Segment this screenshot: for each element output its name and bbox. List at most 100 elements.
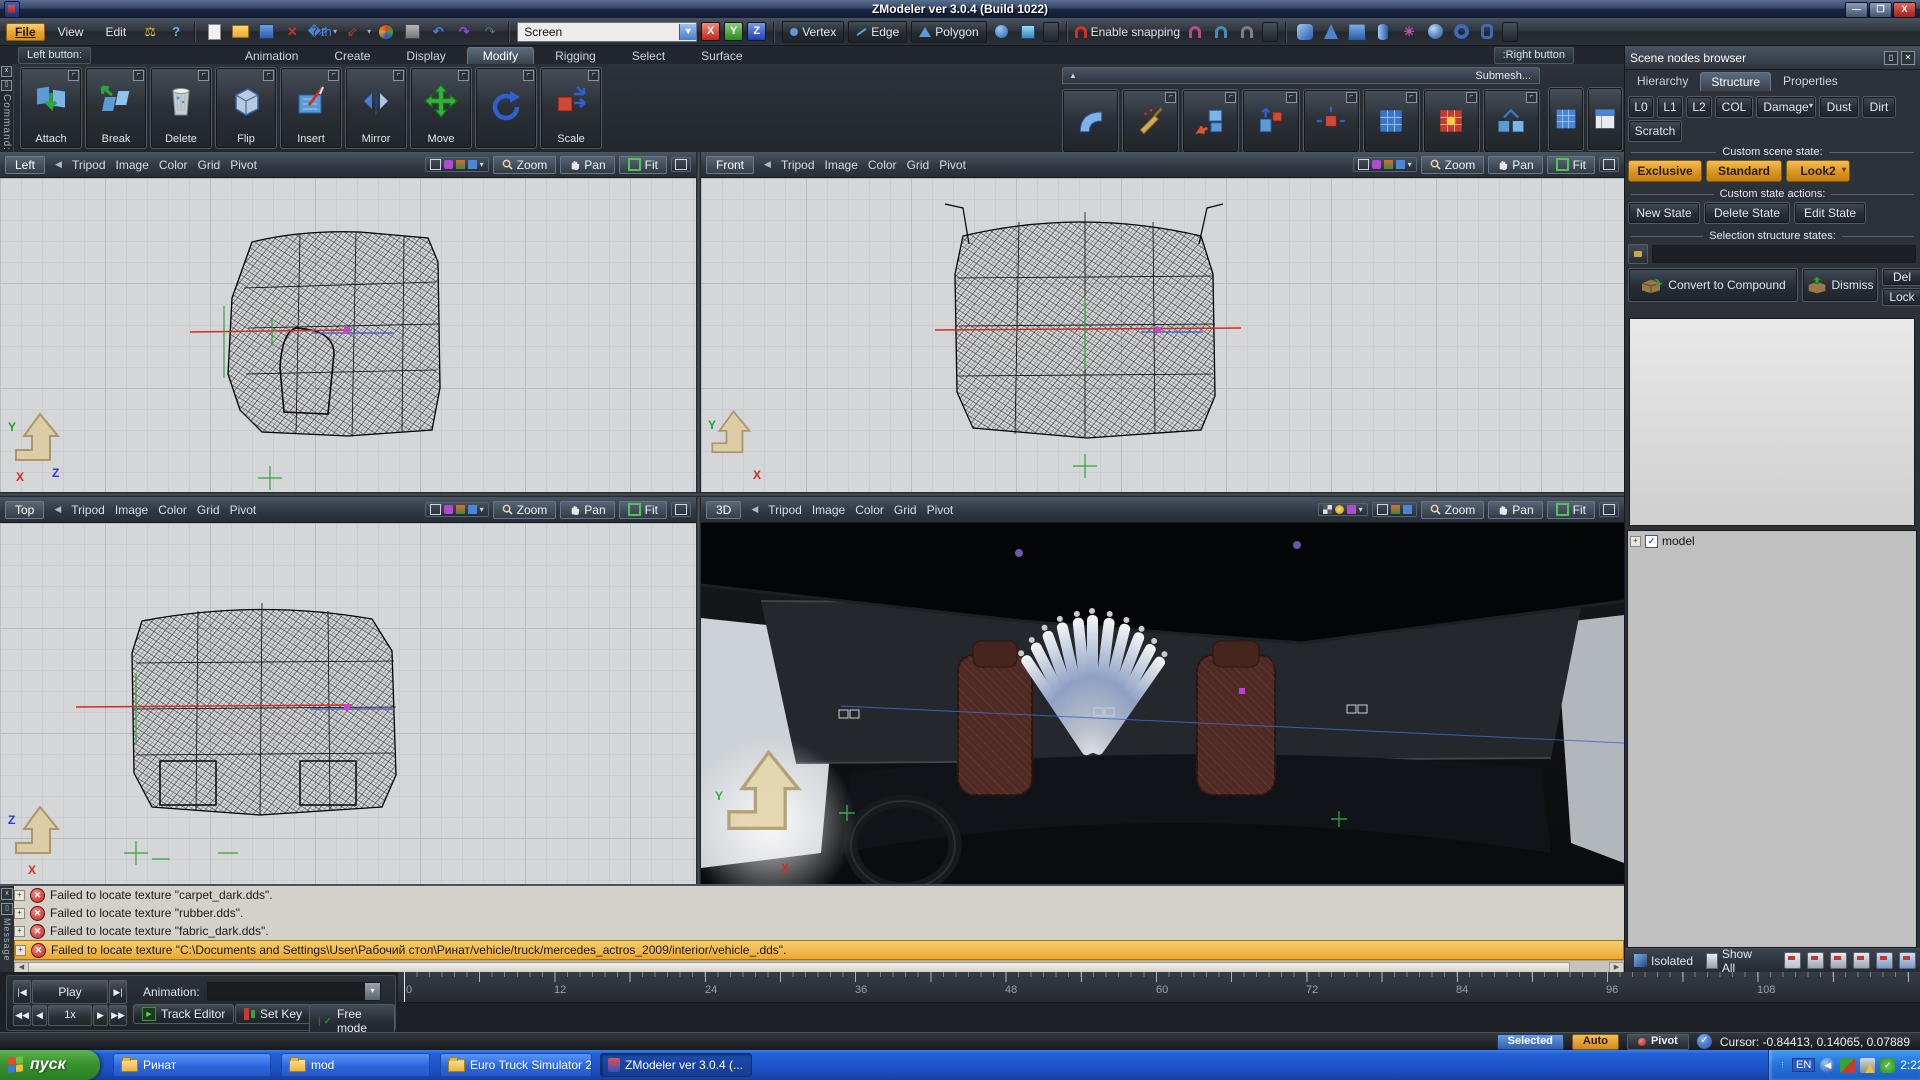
collapse-icon[interactable]: ▲ (1069, 71, 1077, 80)
insert-tool[interactable]: ⌐ Insert (280, 67, 342, 149)
snap-vertex-icon[interactable] (1184, 22, 1206, 42)
delete-state-button[interactable]: Delete State (1704, 202, 1790, 224)
log-row[interactable]: +✕ Failed to locate texture "carpet_dark… (14, 886, 1624, 905)
submesh-extrude-tool[interactable]: ⌐ (1242, 89, 1299, 153)
menu-grid[interactable]: Grid (198, 158, 221, 172)
move-tool[interactable]: ⌐ Move (410, 67, 472, 149)
timeline-ruler[interactable]: 0 12 24 36 48 60 72 84 96 108 (398, 972, 1920, 1003)
primitive-torus-icon[interactable] (1450, 22, 1472, 42)
submesh-scale-tool[interactable]: ⌐ (1303, 89, 1360, 153)
chevron-down-icon[interactable]: ▾ (1359, 505, 1363, 514)
viewport-front[interactable]: Front ◀ Tripod Image Color Grid Pivot ▾ … (701, 152, 1624, 492)
viewport-name-button[interactable]: Top (5, 501, 44, 519)
minimize-button[interactable]: — (1845, 2, 1868, 18)
menu-tripod[interactable]: Tripod (71, 503, 105, 517)
license-icon[interactable]: ⚖ (139, 22, 161, 42)
primitive-cone-icon[interactable] (1320, 22, 1342, 42)
log-row[interactable]: +✕ Failed to locate texture "fabric_dark… (14, 922, 1624, 941)
pin-icon[interactable]: ▯ (1, 80, 12, 91)
maximize-viewport-button[interactable] (671, 157, 691, 172)
go-end-button[interactable]: ▶| (109, 980, 127, 1004)
menu-pivot[interactable]: Pivot (927, 503, 954, 517)
menu-color[interactable]: Color (158, 503, 187, 517)
log-row-highlighted[interactable]: +✕ Failed to locate texture "C:\Document… (14, 940, 1624, 960)
expand-icon[interactable]: + (14, 890, 25, 901)
viewport-splitter-horizontal[interactable] (0, 492, 1624, 497)
menu-color[interactable]: Color (855, 503, 884, 517)
task-zmodeler[interactable]: ZModeler ver 3.0.4 (... (600, 1053, 752, 1077)
lod-l0-button[interactable]: L0 (1628, 96, 1654, 118)
add-layer-icon[interactable] (1876, 952, 1893, 969)
fit-button[interactable]: Fit (1547, 501, 1595, 519)
submesh-bend-tool[interactable] (1062, 89, 1119, 153)
chevron-left-icon[interactable]: ◀ (751, 504, 758, 515)
viewport-3d[interactable]: 3D ◀ Tripod Image Color Grid Pivot ▾ Zoo… (701, 497, 1624, 884)
menu-image[interactable]: Image (115, 503, 148, 517)
zoom-button[interactable]: Zoom (1421, 156, 1485, 174)
lod-dust-button[interactable]: Dust (1819, 96, 1859, 118)
shading-mode-icons[interactable]: ▾ (425, 502, 489, 517)
shading-mode-icons[interactable]: ▾ (1353, 157, 1417, 172)
snap-extra-button[interactable] (1262, 22, 1278, 42)
undo-icon[interactable]: ↶ (427, 22, 449, 42)
tab-properties[interactable]: Properties (1773, 72, 1848, 91)
viewport-name-button[interactable]: 3D (706, 501, 741, 519)
submesh-weld-tool[interactable]: ⌐ (1483, 89, 1540, 153)
lod-col-button[interactable]: COL (1715, 96, 1753, 118)
edge-mode-button[interactable]: Edge (848, 21, 907, 43)
state-look2-button[interactable]: Look2▾ (1786, 160, 1850, 182)
break-tool[interactable]: ⌐ Break (85, 67, 147, 149)
chevron-down-icon[interactable]: ▾ (1809, 101, 1813, 110)
primitive-cube-icon[interactable] (1346, 22, 1368, 42)
menu-color[interactable]: Color (868, 158, 897, 172)
flip-state-icon[interactable] (1853, 952, 1870, 969)
submesh-detach-tool[interactable]: ⌐ (1182, 89, 1239, 153)
scene-tree[interactable]: + ✓ model (1627, 530, 1917, 948)
viewport-top-canvas[interactable]: Z X (0, 523, 696, 884)
delete-tool[interactable]: ⌐ Delete (150, 67, 212, 149)
viewport-left-canvas[interactable]: Y Z X (0, 178, 696, 492)
submesh-uv-tool[interactable]: ⌐ (1423, 89, 1480, 153)
filter-blank-icon[interactable] (1784, 952, 1801, 969)
warning-tray-icon[interactable] (1860, 1058, 1875, 1073)
box-select-icon[interactable] (1017, 22, 1039, 42)
open-folder-icon[interactable] (229, 22, 251, 42)
pan-button[interactable]: Pan (1488, 156, 1542, 174)
step-forward-fast-button[interactable]: ▶▶ (109, 1005, 127, 1026)
attach-tool[interactable]: ⌐ Attach (20, 67, 82, 149)
submesh-brush-tool[interactable]: ⌐ (1122, 89, 1179, 153)
primitive-dummy-icon[interactable]: ✳ (1398, 22, 1420, 42)
menu-grid[interactable]: Grid (197, 503, 220, 517)
pan-button[interactable]: Pan (560, 501, 614, 519)
redo-alt-icon[interactable]: ↷ (479, 22, 501, 42)
axis-x-button[interactable]: X (701, 22, 720, 41)
lod-damage-button[interactable]: Damage▾ (1756, 96, 1816, 118)
chevron-down-icon[interactable]: ▾ (1842, 165, 1846, 174)
combo-dropdown-icon[interactable]: ▾ (365, 983, 380, 1000)
state-exclusive-button[interactable]: Exclusive (1628, 160, 1702, 182)
tool-options-icon[interactable]: ⌐ (328, 70, 339, 81)
expand-icon[interactable]: + (1630, 536, 1641, 547)
tool-options-icon[interactable]: ⌐ (198, 70, 209, 81)
lod-l2-button[interactable]: L2 (1686, 96, 1712, 118)
speed-button[interactable]: 1x (48, 1005, 92, 1026)
chevron-left-icon[interactable]: ◀ (54, 504, 61, 515)
pan-button[interactable]: Pan (1488, 501, 1542, 519)
tab-display[interactable]: Display (391, 48, 460, 64)
tab-select[interactable]: Select (617, 48, 680, 64)
menu-view[interactable]: View (49, 23, 93, 41)
step-back-button[interactable]: ◀ (32, 1005, 47, 1026)
menu-pivot[interactable]: Pivot (230, 503, 257, 517)
save-icon[interactable] (255, 22, 277, 42)
primitive-tube-icon[interactable] (1476, 22, 1498, 42)
fit-button[interactable]: Fit (1547, 156, 1595, 174)
close-icon[interactable]: x (1, 888, 13, 900)
tab-hierarchy[interactable]: Hierarchy (1627, 72, 1698, 91)
extra-grid-tool[interactable] (1548, 87, 1584, 151)
viewport-name-button[interactable]: Front (706, 156, 754, 174)
zoom-button[interactable]: Zoom (1421, 501, 1485, 519)
antivirus-tray-icon[interactable]: ✓ (1880, 1058, 1895, 1073)
auto-button[interactable]: Auto (1572, 1034, 1619, 1050)
confirm-check-icon[interactable]: ✓ (1697, 1034, 1712, 1049)
tool-options-icon[interactable]: ⌐ (458, 70, 469, 81)
